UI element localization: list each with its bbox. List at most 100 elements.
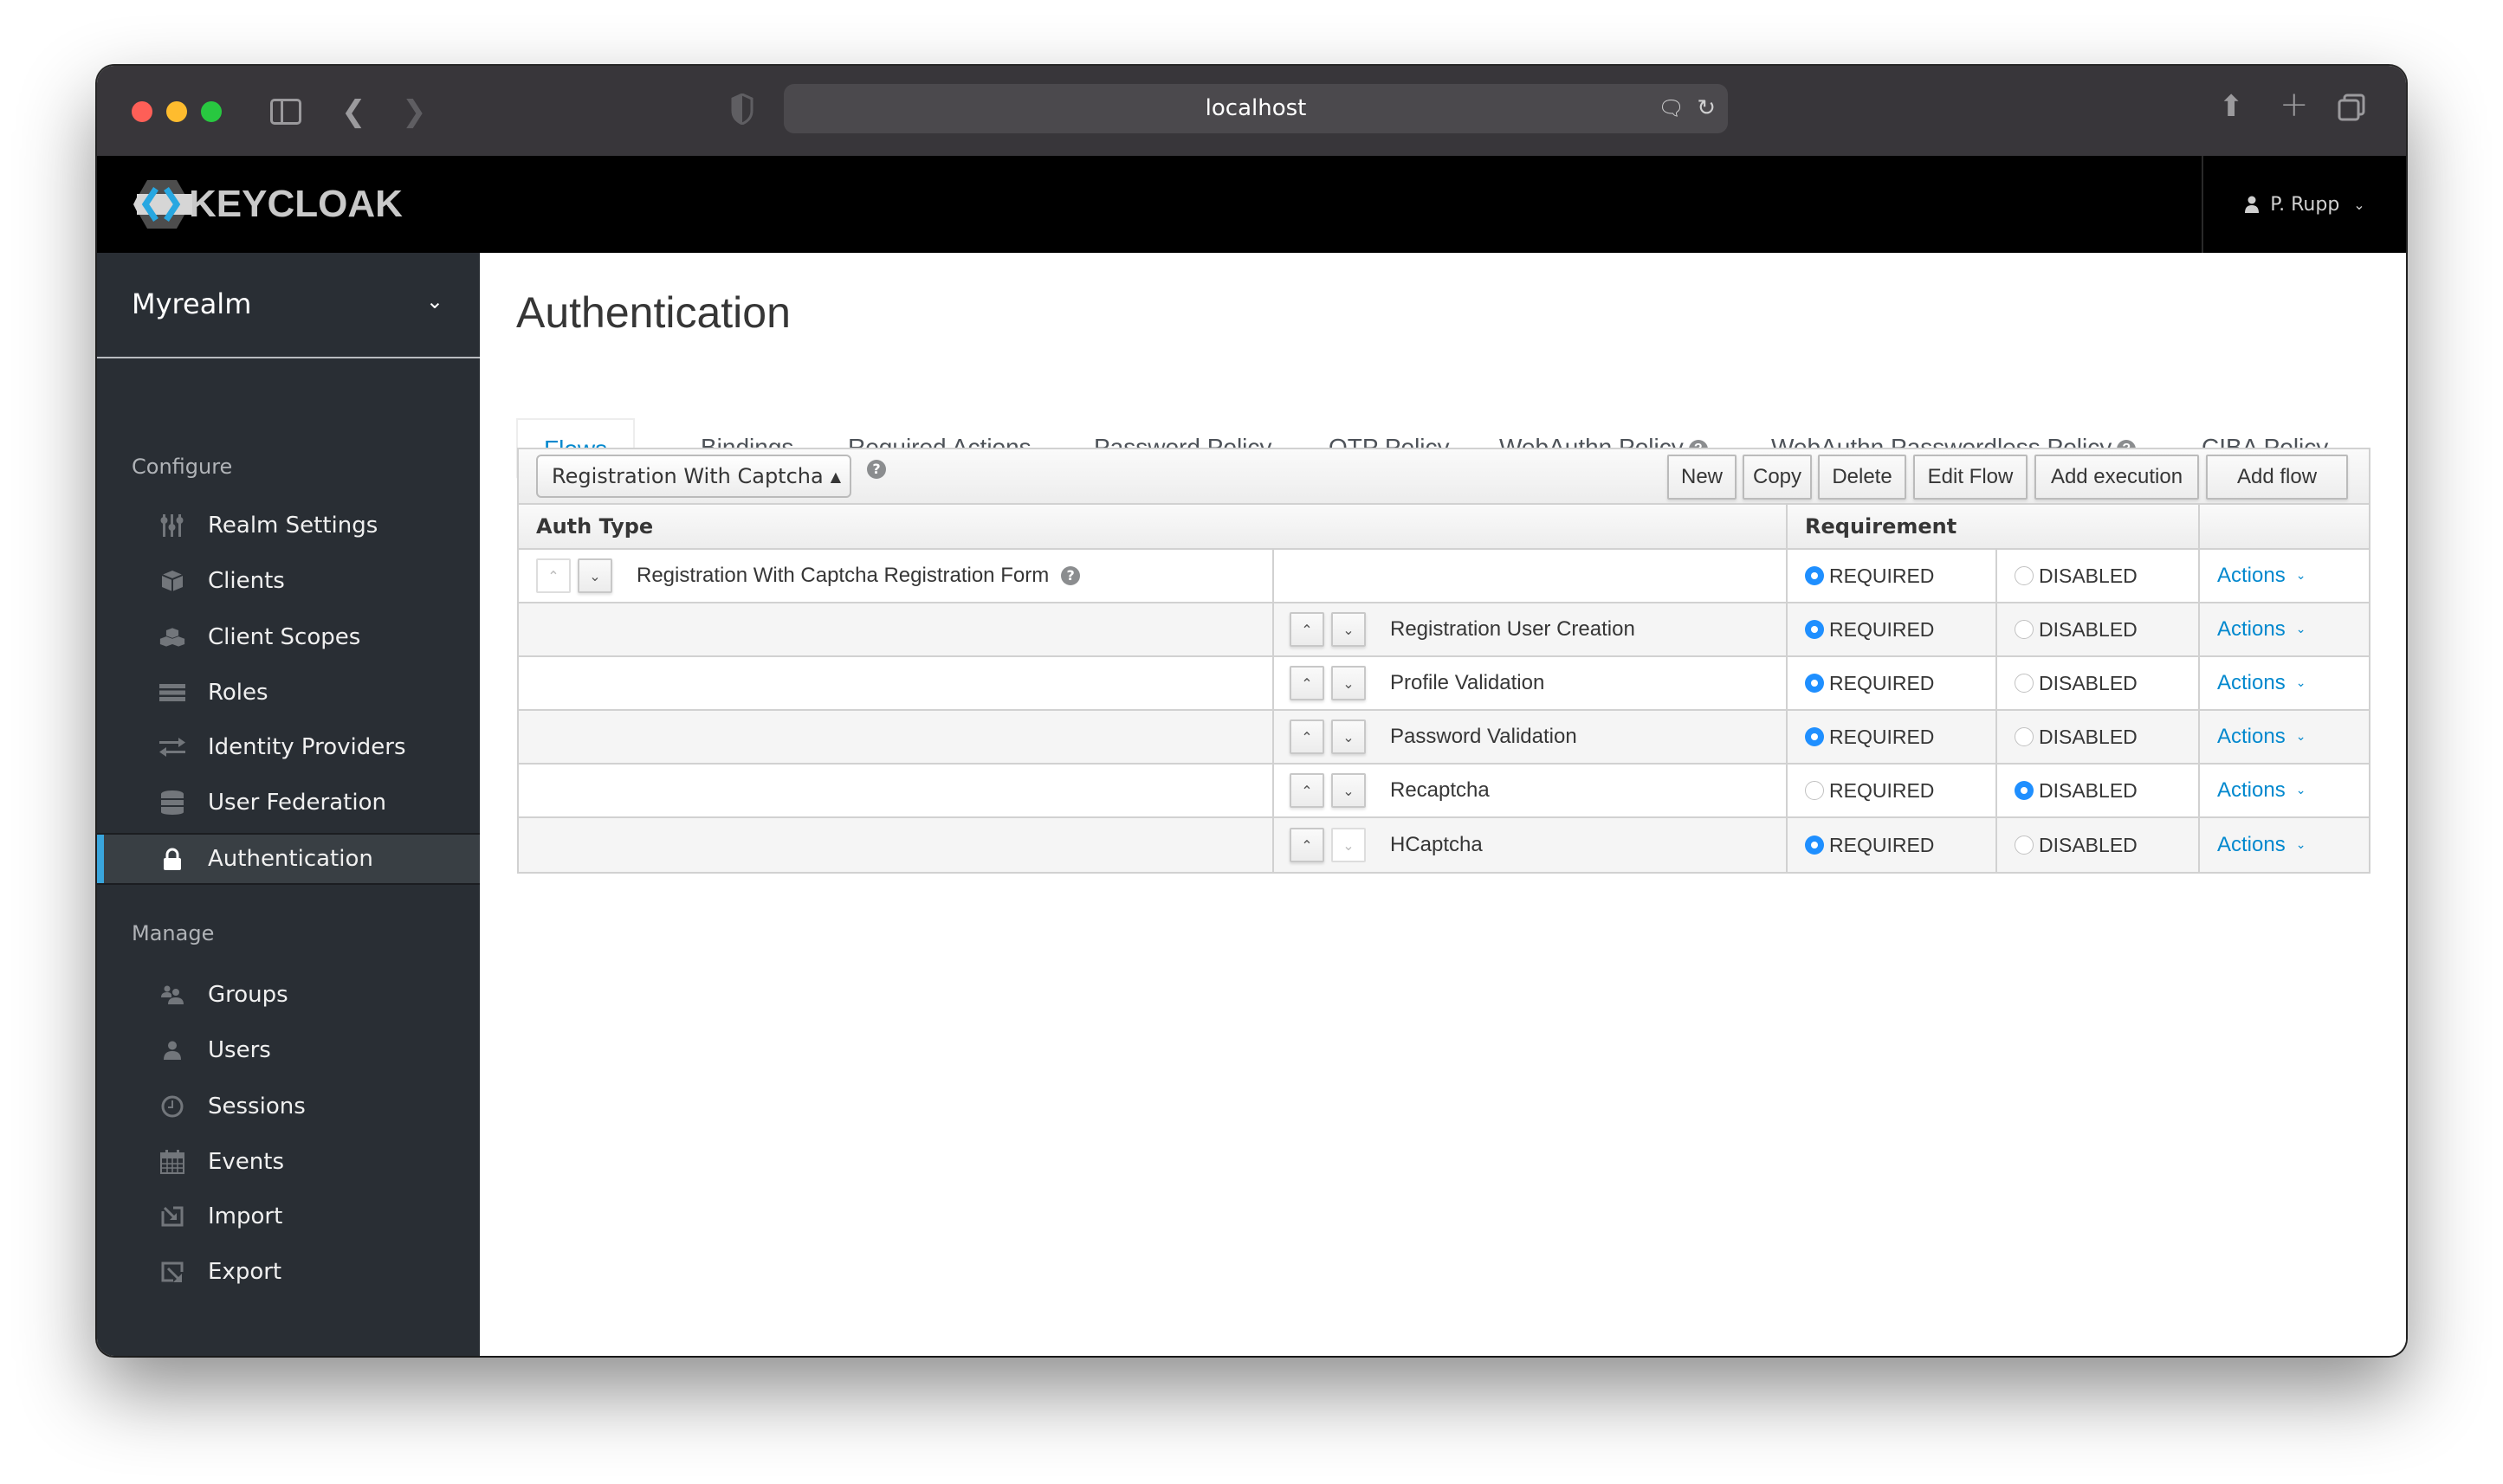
chevron-down-icon: ⌄ <box>1342 621 1355 638</box>
move-up-button[interactable]: ⌃ <box>536 558 571 593</box>
required-radio[interactable] <box>1805 566 1824 585</box>
sidebar-item-groups[interactable]: Groups <box>97 969 480 1021</box>
actions-dropdown[interactable]: Actions <box>2217 833 2286 857</box>
chevron-up-icon: ⌃ <box>547 567 559 584</box>
keycloak-logo[interactable]: KEYCLOAK <box>132 178 403 230</box>
actions-dropdown[interactable]: Actions <box>2217 617 2286 642</box>
export-icon <box>159 1259 185 1285</box>
translate-icon[interactable]: 🗨 <box>1659 84 1685 133</box>
execution-name: Profile Validation <box>1390 671 1545 694</box>
back-icon[interactable]: ❮ <box>341 97 366 126</box>
privacy-shield-icon[interactable] <box>731 94 753 125</box>
move-down-button[interactable]: ⌄ <box>1331 666 1366 700</box>
sidebar-item-import[interactable]: Import <box>97 1190 480 1242</box>
import-icon <box>159 1203 185 1229</box>
select-arrows-icon: ▲ <box>830 468 841 485</box>
move-down-button[interactable]: ⌄ <box>578 558 612 593</box>
address-bar[interactable]: localhost 🗨 ↻ <box>784 84 1728 133</box>
close-window-button[interactable] <box>132 101 152 122</box>
sidebar-item-roles[interactable]: Roles <box>97 667 480 719</box>
disabled-radio[interactable] <box>2015 727 2034 746</box>
chevron-down-icon[interactable]: ⌄ <box>2296 730 2306 744</box>
requirement-required-cell: REQUIRED <box>1786 711 1995 763</box>
chevron-down-icon[interactable]: ⌄ <box>2296 784 2306 797</box>
disabled-radio[interactable] <box>2015 674 2034 693</box>
sidebar-item-export[interactable]: Export <box>97 1246 480 1298</box>
add-flow-button[interactable]: Add flow <box>2206 455 2348 500</box>
disabled-radio[interactable] <box>2015 620 2034 639</box>
sidebar-toggle-icon[interactable] <box>270 99 301 125</box>
realm-selector[interactable]: Myrealm ⌄ <box>97 253 480 358</box>
move-down-button[interactable]: ⌄ <box>1331 612 1366 647</box>
required-radio[interactable] <box>1805 781 1824 800</box>
new-button[interactable]: New <box>1667 455 1737 500</box>
tab-overview-icon[interactable] <box>2338 94 2365 121</box>
actions-dropdown[interactable]: Actions <box>2217 671 2286 695</box>
actions-dropdown[interactable]: Actions <box>2217 725 2286 749</box>
user-menu[interactable]: P. Rupp ⌄ <box>2202 156 2406 253</box>
minimize-window-button[interactable] <box>166 101 187 122</box>
flow-select[interactable]: Registration With Captcha ▲ <box>536 455 851 498</box>
sidebar-item-sessions[interactable]: Sessions <box>97 1081 480 1132</box>
actions-dropdown[interactable]: Actions <box>2217 564 2286 588</box>
disabled-radio[interactable] <box>2015 566 2034 585</box>
chevron-down-icon[interactable]: ⌄ <box>2296 676 2306 690</box>
move-down-button[interactable]: ⌄ <box>1331 719 1366 754</box>
page-title: Authentication <box>516 288 791 337</box>
required-radio[interactable] <box>1805 727 1824 746</box>
sidebar-item-authentication[interactable]: Authentication <box>97 833 480 885</box>
chevron-down-icon: ⌄ <box>425 289 443 313</box>
reload-icon[interactable]: ↻ <box>1697 84 1716 133</box>
sidebar-item-client-scopes[interactable]: Client Scopes <box>97 611 480 663</box>
add-execution-button[interactable]: Add execution <box>2034 455 2199 500</box>
move-up-button[interactable]: ⌃ <box>1290 666 1324 700</box>
requirement-disabled-cell: DISABLED <box>1995 818 2198 872</box>
move-up-button[interactable]: ⌃ <box>1290 612 1324 647</box>
sliders-icon <box>159 513 185 539</box>
auth-type-cell: ⌃ ⌄ Registration With Captcha Registration… <box>519 550 1272 602</box>
chevron-down-icon[interactable]: ⌄ <box>2296 623 2306 636</box>
sidebar-item-identity-providers[interactable]: Identity Providers <box>97 721 480 773</box>
table-header: Auth Type Requirement <box>519 505 2369 550</box>
sidebar-item-events[interactable]: Events <box>97 1136 480 1188</box>
actions-dropdown[interactable]: Actions <box>2217 778 2286 803</box>
help-icon[interactable]: ? <box>1061 566 1081 585</box>
lock-icon <box>159 846 185 872</box>
sidebar-item-label: Identity Providers <box>208 734 406 760</box>
share-icon[interactable]: ⬆ <box>2219 92 2244 121</box>
help-icon[interactable]: ? <box>867 460 886 479</box>
sidebar-item-user-federation[interactable]: User Federation <box>97 777 480 829</box>
move-down-button[interactable]: ⌄ <box>1331 773 1366 808</box>
disabled-radio[interactable] <box>2015 781 2034 800</box>
sidebar-item-label: Import <box>208 1203 283 1229</box>
sidebar-item-realm-settings[interactable]: Realm Settings <box>97 500 480 552</box>
move-up-button[interactable]: ⌃ <box>1290 719 1324 754</box>
sidebar-item-clients[interactable]: Clients <box>97 555 480 607</box>
move-up-button[interactable]: ⌃ <box>1290 828 1324 862</box>
sidebar-section-configure: Configure <box>132 455 233 479</box>
forward-icon[interactable]: ❯ <box>402 97 427 126</box>
edit-flow-button[interactable]: Edit Flow <box>1913 455 2028 500</box>
disabled-radio[interactable] <box>2015 836 2034 855</box>
maximize-window-button[interactable] <box>201 101 222 122</box>
chevron-up-icon: ⌃ <box>1301 674 1313 692</box>
actions-cell: Actions ⌄ <box>2198 711 2370 763</box>
chevron-down-icon[interactable]: ⌄ <box>2296 838 2306 852</box>
move-down-button[interactable]: ⌄ <box>1331 828 1366 862</box>
required-radio[interactable] <box>1805 836 1824 855</box>
radio-label: DISABLED <box>2039 778 2138 802</box>
auth-type-subcell: ⌃ ⌄ HCaptcha <box>1272 818 1786 872</box>
required-radio[interactable] <box>1805 674 1824 693</box>
auth-type-subcell <box>1272 550 1786 602</box>
auth-type-cell <box>519 711 1272 763</box>
table-row: ⌃ ⌄ Registration With Captcha Registration… <box>519 550 2369 603</box>
sidebar-item-users[interactable]: Users <box>97 1024 480 1076</box>
new-tab-icon[interactable]: + <box>2280 87 2309 122</box>
delete-button[interactable]: Delete <box>1818 455 1906 500</box>
chevron-down-icon[interactable]: ⌄ <box>2296 569 2306 583</box>
server-icon <box>159 680 185 706</box>
sidebar-section-manage: Manage <box>132 921 215 945</box>
copy-button[interactable]: Copy <box>1743 455 1812 500</box>
required-radio[interactable] <box>1805 620 1824 639</box>
move-up-button[interactable]: ⌃ <box>1290 773 1324 808</box>
